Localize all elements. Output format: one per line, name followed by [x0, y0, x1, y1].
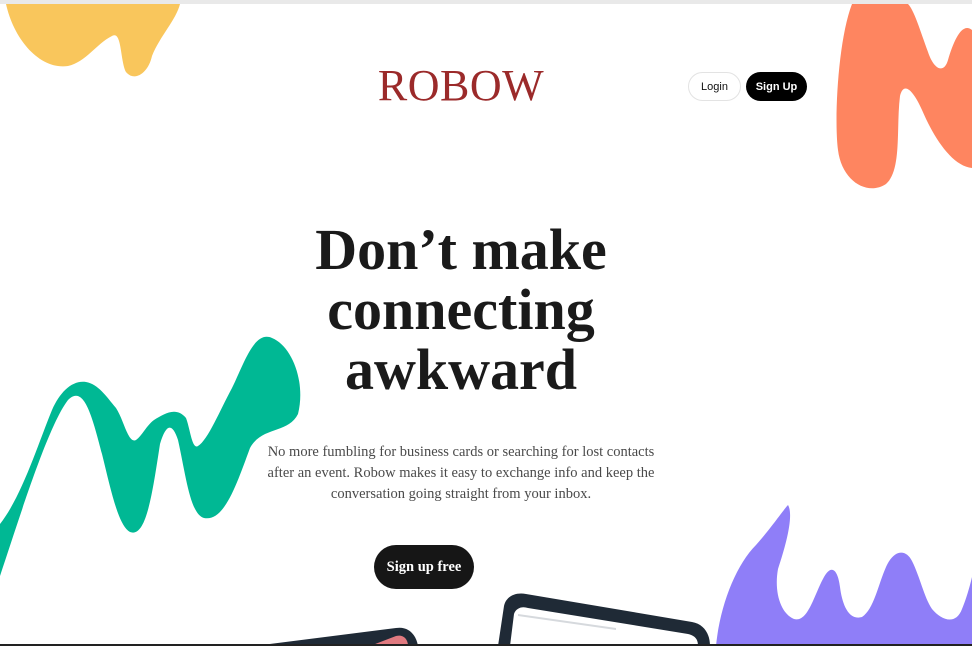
hero-subtext: No more fumbling for business cards or s…: [267, 444, 655, 502]
hero-headline: Don’t make connecting awkward: [315, 217, 607, 402]
signup-free-button[interactable]: Sign up free: [374, 545, 474, 589]
phone-mockup-right: [498, 593, 710, 646]
purple-squiggle-decoration: [716, 505, 972, 646]
login-button[interactable]: Login: [688, 72, 741, 101]
signup-button[interactable]: Sign Up: [746, 72, 807, 101]
phone-mockup-left: [254, 627, 418, 646]
purple-squiggle-shape: [716, 505, 972, 646]
